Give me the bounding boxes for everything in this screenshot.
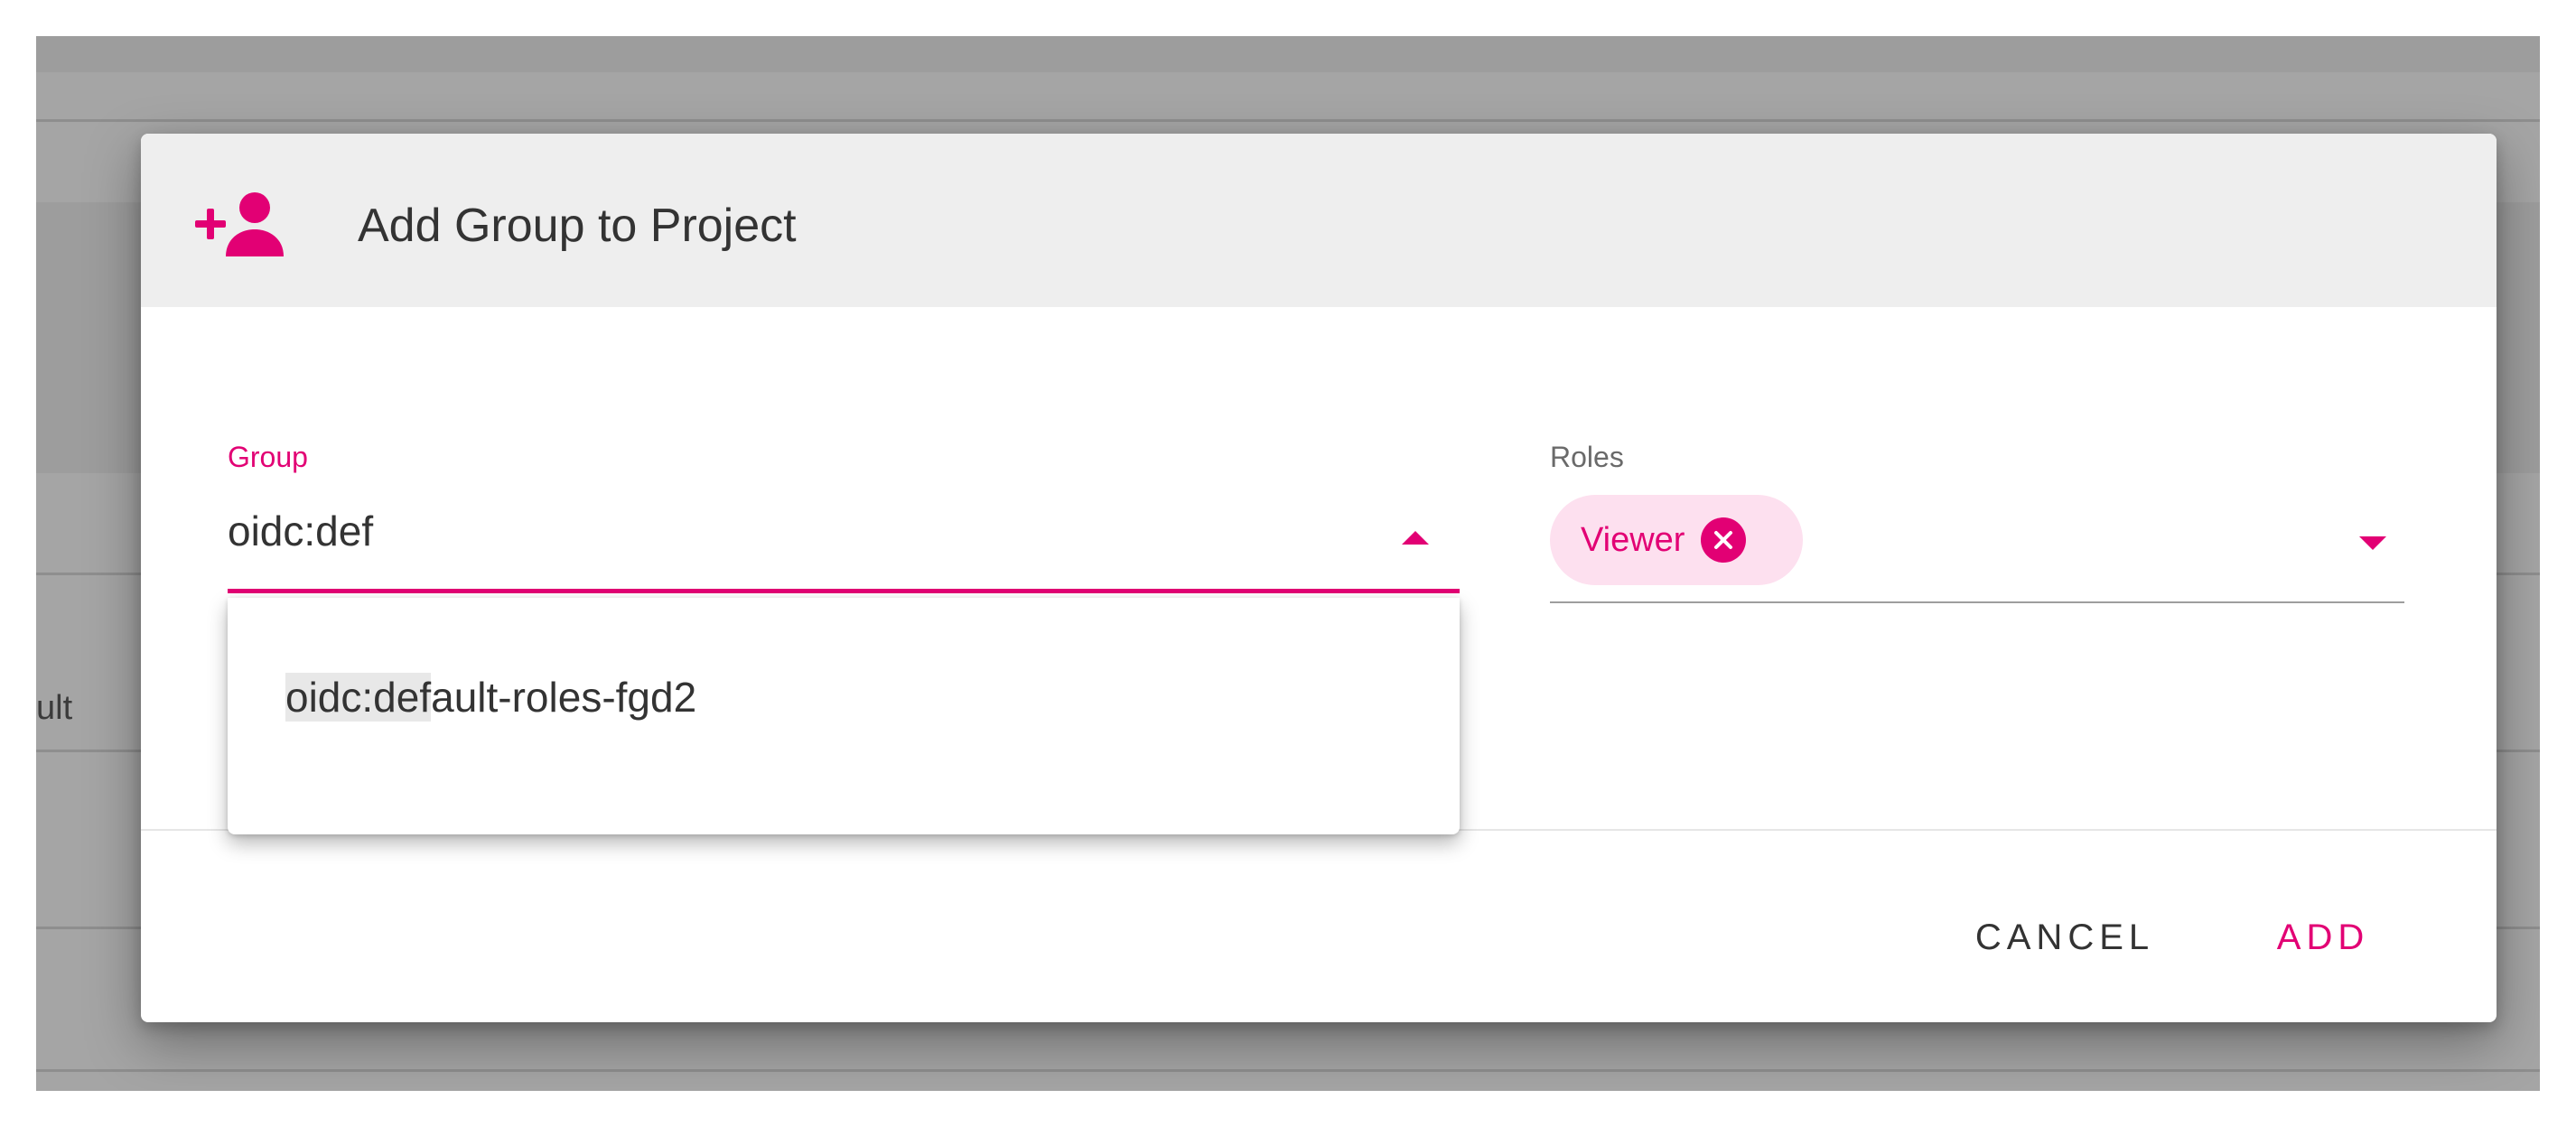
option-highlighted-match: oidc:def (285, 673, 432, 722)
role-chip-label: Viewer (1581, 520, 1685, 559)
role-chip-viewer: Viewer (1550, 495, 1803, 585)
backdrop-divider (36, 1069, 2540, 1072)
app-backdrop: ult Add Group to Project Group Roles Vie… (36, 36, 2540, 1091)
roles-field-underline (1550, 601, 2404, 603)
chevron-up-icon[interactable] (1402, 531, 1429, 545)
roles-field-label: Roles (1550, 441, 1624, 473)
add-group-dialog: Add Group to Project Group Roles Viewer … (141, 134, 2497, 1022)
group-field-underline (228, 589, 1460, 593)
add-button[interactable]: ADD (2251, 898, 2395, 977)
group-autocomplete-panel: oidc:def ault-roles-fgd2 (228, 598, 1460, 834)
option-remainder: ault-roles-fgd2 (431, 674, 697, 721)
chevron-down-icon[interactable] (2359, 536, 2386, 550)
backdrop-divider (36, 119, 2540, 122)
group-input[interactable] (228, 495, 1366, 567)
roles-select[interactable] (1821, 495, 2404, 594)
person-add-icon (195, 191, 289, 256)
dialog-header: Add Group to Project (141, 134, 2497, 307)
cancel-button[interactable]: CANCEL (1947, 898, 2182, 977)
group-field-label: Group (228, 441, 308, 473)
autocomplete-option[interactable]: oidc:def ault-roles-fgd2 (228, 652, 1460, 742)
backdrop-band (36, 36, 2540, 72)
dialog-title: Add Group to Project (358, 200, 797, 252)
backdrop-cell-text: ult (36, 689, 73, 727)
chip-remove-icon[interactable] (1701, 517, 1747, 563)
